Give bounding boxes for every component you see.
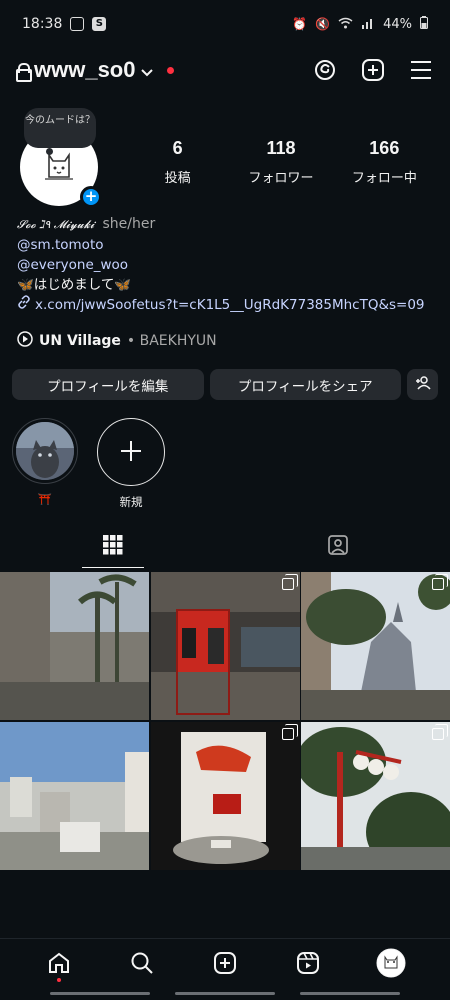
display-name: 𝓢𝓸𝓸 ℷ٩ 𝓜𝓲𝔂𝓾𝓴𝓲 [17,218,95,231]
tagged-person-icon [327,534,349,560]
stat-label: 投稿 [164,171,191,186]
profile-header: www_so0 [0,52,450,88]
lock-icon [16,63,32,82]
home-icon [47,951,71,979]
bio-link-text: x.com/jwwSoofetus?t=cK1L5__UgRdK77385Mhc… [35,297,425,313]
post-thumbnail[interactable] [150,722,300,870]
pronouns: she/her [102,216,156,232]
mute-icon: 🔇 [315,17,331,31]
posts-grid [0,572,450,870]
gesture-bar-left [50,992,150,995]
discover-people-button[interactable] [407,369,438,400]
chevron-down-icon [141,57,154,83]
bottom-navigation [0,938,450,990]
notification-dot [57,977,62,982]
nav-search[interactable] [122,945,162,985]
tab-tagged[interactable] [225,526,450,568]
link-icon [17,295,31,315]
new-highlight-ring [97,418,165,486]
stat-number: 166 [369,138,400,158]
play-icon [17,331,33,351]
post-thumbnail[interactable] [150,572,300,720]
battery-icon [420,15,428,33]
highlight-item[interactable]: ⛩️ [12,418,78,506]
gallery-notification-icon [70,17,85,31]
alarm-icon: ⏰ [292,17,308,31]
stat-following[interactable]: 166 フォロー中 [333,138,436,186]
multiple-images-icon [281,574,298,590]
multiple-images-icon [432,724,448,740]
status-bar: 18:38 S ⏰ 🔇 44% [0,0,450,48]
nav-create[interactable] [205,945,245,985]
edit-profile-button[interactable]: プロフィールを編集 [12,369,204,400]
stat-label: フォロワー [248,171,314,186]
highlight-ring [12,418,78,484]
wifi-icon [338,17,353,32]
profile-stats: 6 投稿 118 フォロワー 166 フォロー中 [126,138,436,186]
share-profile-button[interactable]: プロフィールをシェア [209,369,402,400]
post-thumbnail[interactable] [0,722,149,870]
search-icon [130,951,154,979]
stat-posts[interactable]: 6 投稿 [126,138,229,186]
multiple-images-icon [281,724,298,740]
nav-home[interactable] [39,945,79,985]
username: www_so0 [34,57,136,82]
note-bubble[interactable]: 今のムードは？ [24,108,96,148]
multiple-images-icon [432,574,448,590]
bio-link[interactable]: x.com/jwwSoofetus?t=cK1L5__UgRdK77385Mhc… [17,295,437,315]
music-artist: • BAEKHYUN [126,333,217,349]
profile-avatar-icon [376,948,406,982]
post-thumbnail[interactable] [0,572,149,720]
bio-mention[interactable]: @everyone_woo [17,255,437,275]
threads-icon[interactable] [312,57,338,83]
status-time: 18:38 [22,16,63,32]
gesture-bar-center [175,992,275,995]
highlight-label: 新規 [119,495,143,509]
signal-icon [361,17,375,32]
note-bubble-tail [46,148,53,155]
account-switcher[interactable]: www_so0 [16,57,175,83]
highlight-cover [16,422,74,480]
post-thumbnail[interactable] [301,722,450,870]
profile-tabs [0,526,450,568]
battery-level: 44% [383,16,412,32]
gesture-bar-right [300,992,400,995]
menu-icon[interactable] [408,57,434,83]
profile-bio: 𝓢𝓸𝓸 ℷ٩ 𝓜𝓲𝔂𝓾𝓴𝓲 she/her @sm.tomoto @everyo… [17,214,437,315]
profile-actions: プロフィールを編集 プロフィールをシェア [12,369,438,400]
plus-icon [120,440,142,465]
s-notification-icon: S [92,17,107,31]
add-story-button[interactable]: + [80,186,102,208]
stat-number: 6 [172,138,183,158]
notification-dot [167,66,175,74]
nav-profile[interactable] [371,945,411,985]
add-person-icon [415,375,431,394]
grid-icon [102,535,123,559]
stat-label: フォロー中 [351,171,417,186]
create-post-icon[interactable] [360,57,386,83]
post-thumbnail[interactable] [301,572,450,720]
stat-followers[interactable]: 118 フォロワー [229,138,332,186]
stat-number: 118 [266,138,296,158]
highlight-label: ⛩️ [37,492,53,506]
new-highlight[interactable]: 新規 [97,418,165,510]
nav-reels[interactable] [288,945,328,985]
create-icon [213,951,237,979]
profile-music[interactable]: UN Village • BAEKHYUN [17,331,217,351]
bio-text: 🦋はじめまして🦋 [17,277,132,293]
music-song: UN Village [39,333,121,349]
tab-posts-grid[interactable] [0,526,225,568]
bio-mention[interactable]: @sm.tomoto [17,235,437,255]
reels-icon [296,951,320,979]
